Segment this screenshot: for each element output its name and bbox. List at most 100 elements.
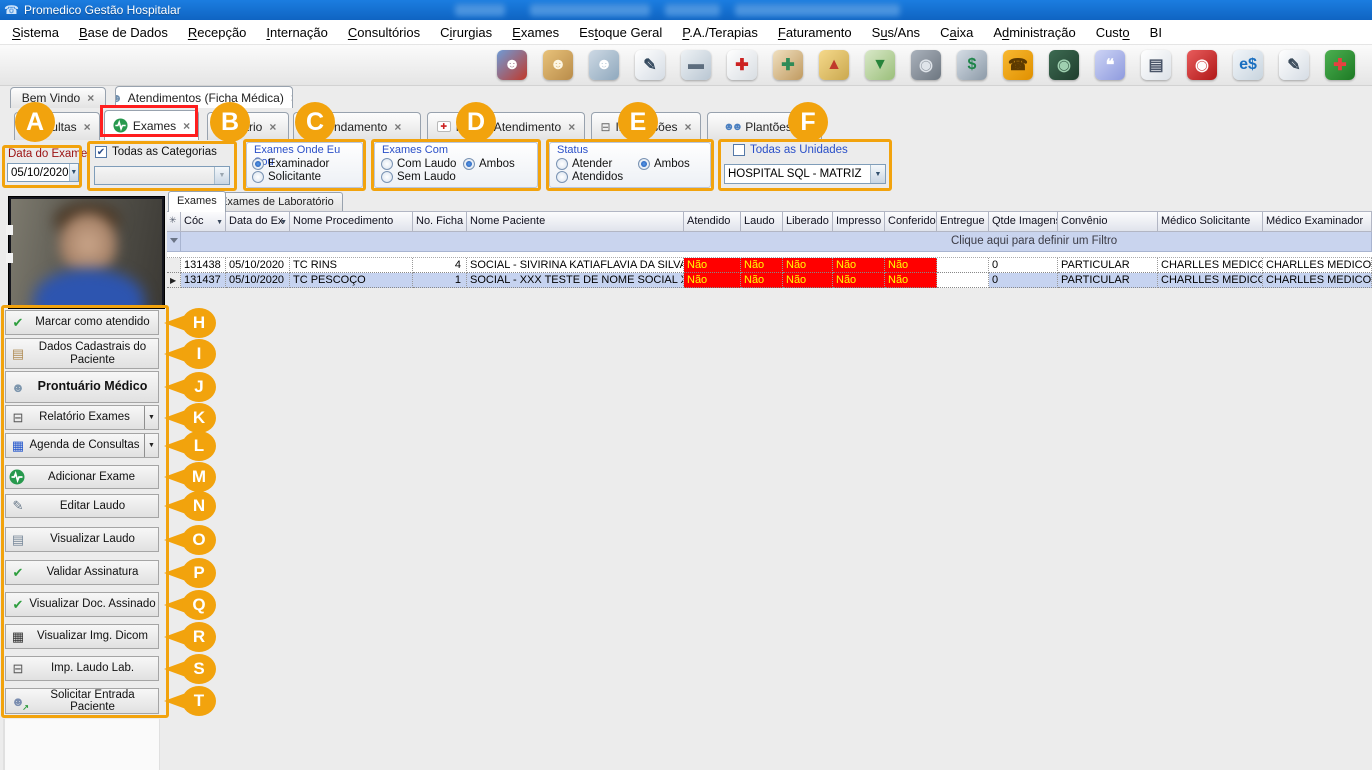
adicionar-exame-button[interactable]: Adicionar Exame bbox=[5, 465, 159, 489]
dropdown-arrow-icon[interactable]: ▼ bbox=[144, 406, 158, 429]
money-up-icon[interactable]: ▲ bbox=[819, 50, 849, 80]
visualizar-laudo-button[interactable]: ▤Visualizar Laudo bbox=[5, 527, 159, 552]
menu-consultorios[interactable]: Consultórios bbox=[338, 25, 430, 40]
safe-icon[interactable]: ◉ bbox=[911, 50, 941, 80]
atender-option[interactable]: Atender bbox=[556, 158, 612, 170]
close-icon[interactable]: × bbox=[291, 91, 293, 105]
menu-administracao[interactable]: Administração bbox=[983, 25, 1085, 40]
relatorio-exames-button[interactable]: ⊟Relatório Exames▼ bbox=[5, 405, 159, 430]
patients-folder-icon[interactable]: ☻ bbox=[543, 50, 573, 80]
column-header-entregue[interactable]: Entregue bbox=[937, 211, 989, 232]
validar-assinatura-button[interactable]: ✔Validar Assinatura bbox=[5, 560, 159, 585]
categoria-combo[interactable]: ▼ bbox=[94, 166, 230, 185]
exam-date-combo[interactable]: 05/10/2020 ▼ bbox=[7, 163, 79, 182]
close-icon[interactable]: × bbox=[84, 120, 91, 134]
grid-tab-exames-laboratorio[interactable]: Exames de Laboratório bbox=[211, 192, 343, 212]
chevron-down-icon[interactable]: ▼ bbox=[870, 165, 885, 183]
grid-tab-exames[interactable]: Exames bbox=[168, 191, 226, 212]
money-down-icon[interactable]: ▼ bbox=[865, 50, 895, 80]
menu-faturamento[interactable]: Faturamento bbox=[768, 25, 862, 40]
exames-com-ambos-radio[interactable] bbox=[463, 158, 475, 170]
unidade-combo[interactable]: HOSPITAL SQL - MATRIZ ▼ bbox=[724, 164, 886, 184]
column-header-conferido[interactable]: Conferido bbox=[885, 211, 937, 232]
menu-bi[interactable]: BI bbox=[1140, 25, 1172, 40]
chevron-down-icon[interactable]: ▼ bbox=[214, 167, 229, 184]
status-ambos-option[interactable]: Ambos bbox=[638, 158, 690, 170]
column-header-medico-examinador[interactable]: Médico Examinador bbox=[1263, 211, 1372, 232]
table-row-131437[interactable]: ▶13143705/10/2020TC PESCOÇO1SOCIAL - XXX… bbox=[167, 273, 1372, 288]
marcar-como-atendido-button[interactable]: ✔Marcar como atendido bbox=[5, 310, 159, 335]
doctor-icon[interactable]: ☻ bbox=[589, 50, 619, 80]
todas-unidades-checkbox[interactable] bbox=[733, 144, 745, 156]
atendidos-option[interactable]: Atendidos bbox=[556, 171, 623, 183]
menu-estoque-geral[interactable]: Estoque Geral bbox=[569, 25, 672, 40]
agenda-de-consultas-button[interactable]: ▦Agenda de Consultas▼ bbox=[5, 433, 159, 458]
prontuario-medico-button[interactable]: ☻Prontuário Médico bbox=[5, 371, 159, 403]
todas-categorias-checkbox[interactable]: ✔ bbox=[95, 146, 107, 158]
close-icon[interactable]: × bbox=[568, 120, 575, 134]
phonebook-icon[interactable]: ☎ bbox=[1003, 50, 1033, 80]
menu-custo[interactable]: Custo bbox=[1086, 25, 1140, 40]
column-header-atendido[interactable]: Atendido bbox=[684, 211, 741, 232]
column-header-medico-solicitante[interactable]: Médico Solicitante bbox=[1158, 211, 1263, 232]
menu-internacao[interactable]: Internação bbox=[256, 25, 337, 40]
column-header-no-ficha[interactable]: No. Ficha bbox=[413, 211, 467, 232]
chevron-down-icon[interactable]: ▼ bbox=[69, 164, 78, 181]
filter-row-area[interactable]: Clique aqui para definir um Filtro bbox=[181, 232, 1372, 252]
pharmacy-icon[interactable]: ✚ bbox=[773, 50, 803, 80]
column-header-nome-procedimento[interactable]: Nome Procedimento bbox=[290, 211, 413, 232]
invoice-icon[interactable]: ▤ bbox=[1141, 50, 1171, 80]
e-invoice-icon[interactable]: e$ bbox=[1233, 50, 1263, 80]
menu-sistema[interactable]: Sistema bbox=[2, 25, 69, 40]
visualizar-img-dicom-button[interactable]: ▦Visualizar Img. Dicom bbox=[5, 624, 159, 649]
examinador-option[interactable]: Examinador bbox=[252, 158, 329, 170]
solicitante-option[interactable]: Solicitante bbox=[252, 171, 321, 183]
signed-document-icon[interactable]: ✎ bbox=[1279, 50, 1309, 80]
medical-records-icon[interactable]: ✚ bbox=[1325, 50, 1355, 80]
examinador-radio[interactable] bbox=[252, 158, 264, 170]
dropdown-arrow-icon[interactable]: ▼ bbox=[144, 434, 158, 457]
column-header-impresso[interactable]: Impresso bbox=[833, 211, 885, 232]
menu-exames[interactable]: Exames bbox=[502, 25, 569, 40]
contract-icon[interactable]: ✎ bbox=[635, 50, 665, 80]
menu-sus-ans[interactable]: Sus/Ans bbox=[862, 25, 930, 40]
ambulance-icon[interactable]: ✚ bbox=[727, 50, 757, 80]
logout-icon[interactable]: ◉ bbox=[1187, 50, 1217, 80]
close-icon[interactable]: × bbox=[87, 91, 94, 105]
dados-cadastrais-do-paciente-button[interactable]: ▤Dados Cadastrais do Paciente bbox=[5, 338, 159, 369]
menu-p-a-terapias[interactable]: P.A./Terapias bbox=[672, 25, 768, 40]
menu-base-de-dados[interactable]: Base de Dados bbox=[69, 25, 178, 40]
close-icon[interactable]: × bbox=[394, 120, 401, 134]
column-header-convenio[interactable]: Convênio bbox=[1058, 211, 1158, 232]
column-header-laudo[interactable]: Laudo bbox=[741, 211, 783, 232]
solicitar-entrada-paciente-button[interactable]: ☻↗Solicitar Entrada Paciente bbox=[5, 688, 159, 714]
chat-icon[interactable]: ❝ bbox=[1095, 50, 1125, 80]
module-tab-pronto-atendimento[interactable]: ✚Pronto Atendimento× bbox=[427, 112, 585, 140]
sem-laudo-option[interactable]: Sem Laudo bbox=[381, 171, 456, 183]
visualizar-doc-assinado-button[interactable]: ✔Visualizar Doc. Assinado bbox=[5, 592, 159, 617]
column-header-coc[interactable]: Cóc▼ bbox=[181, 211, 226, 232]
todas-unidades-row[interactable]: Todas as Unidades bbox=[733, 144, 848, 156]
todas-categorias-row[interactable]: ✔ Todas as Categorias bbox=[95, 146, 217, 158]
column-header-nome-paciente[interactable]: Nome Paciente bbox=[467, 211, 684, 232]
hospital-bed-icon[interactable]: ▬ bbox=[681, 50, 711, 80]
solicitante-radio[interactable] bbox=[252, 171, 264, 183]
column-header-liberado[interactable]: Liberado bbox=[783, 211, 833, 232]
menu-caixa[interactable]: Caixa bbox=[930, 25, 983, 40]
sync-patients-icon[interactable]: ☻ bbox=[497, 50, 527, 80]
finance-chart-icon[interactable]: $ bbox=[957, 50, 987, 80]
editar-laudo-button[interactable]: ✎Editar Laudo bbox=[5, 494, 159, 518]
column-header-qtde-imagens[interactable]: Qtde Imagens bbox=[989, 211, 1058, 232]
close-icon[interactable]: × bbox=[269, 120, 276, 134]
sem-laudo-radio[interactable] bbox=[381, 171, 393, 183]
com-laudo-radio[interactable] bbox=[381, 158, 393, 170]
menu-recepcao[interactable]: Recepção bbox=[178, 25, 257, 40]
com-laudo-option[interactable]: Com Laudo bbox=[381, 158, 456, 170]
atendidos-radio[interactable] bbox=[556, 171, 568, 183]
atender-radio[interactable] bbox=[556, 158, 568, 170]
grid-filter-row[interactable]: Clique aqui para definir um Filtro bbox=[167, 232, 1372, 252]
status-ambos-radio[interactable] bbox=[638, 158, 650, 170]
table-row-131438[interactable]: 13143805/10/2020TC RINS4SOCIAL - SIVIRIN… bbox=[167, 258, 1372, 273]
menu-cirurgias[interactable]: Cirurgias bbox=[430, 25, 502, 40]
exames-com-ambos-option[interactable]: Ambos bbox=[463, 158, 515, 170]
